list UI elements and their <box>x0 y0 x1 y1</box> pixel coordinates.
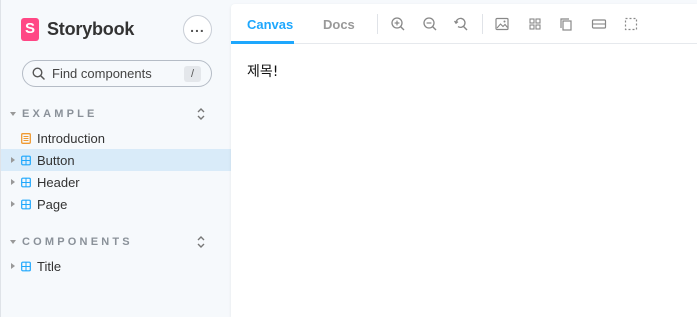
brand-name: Storybook <box>47 18 135 39</box>
tree-item-button[interactable]: Button <box>1 149 232 171</box>
group-header-components[interactable]: COMPONENTS <box>1 233 232 251</box>
canvas-content: 제목! <box>247 64 279 80</box>
tree-item-page[interactable]: Page <box>1 193 232 215</box>
outline-icon[interactable] <box>623 16 639 32</box>
zoom-out-icon[interactable] <box>422 16 438 32</box>
caret-right-icon <box>11 157 15 163</box>
more-horizontal-icon: ... <box>190 18 205 35</box>
group-label: EXAMPLE <box>22 108 98 120</box>
tree-item-label: Button <box>37 152 75 168</box>
sidebar: Storybook ... / EXAMPLE Introduction <box>0 0 232 317</box>
preview-panel: Canvas Docs 제목! <box>231 4 697 317</box>
tree-item-title[interactable]: Title <box>1 255 232 277</box>
component-icon <box>21 199 31 209</box>
document-icon <box>21 132 31 144</box>
search-icon <box>32 67 45 80</box>
tab-canvas[interactable]: Canvas <box>247 4 293 44</box>
tree-item-label: Page <box>37 196 68 212</box>
tree-item-introduction[interactable]: Introduction <box>1 127 232 149</box>
expand-collapse-icon[interactable] <box>196 235 206 249</box>
tree-item-header[interactable]: Header <box>1 171 232 193</box>
tab-label: Docs <box>323 16 355 32</box>
search-box[interactable]: / <box>22 60 212 87</box>
group-label: COMPONENTS <box>22 236 133 248</box>
caret-right-icon <box>11 263 15 269</box>
viewport-icon[interactable] <box>558 16 574 32</box>
toolbar-divider <box>482 14 483 34</box>
toolbar-divider <box>377 14 378 34</box>
measure-icon[interactable] <box>591 16 607 32</box>
component-icon <box>21 177 31 187</box>
component-icon <box>21 261 31 271</box>
tree-item-label: Title <box>37 258 62 274</box>
tree-item-label: Header <box>37 174 80 190</box>
tree-item-label: Introduction <box>37 130 105 146</box>
caret-right-icon <box>11 201 15 207</box>
brand[interactable]: Storybook <box>21 17 134 41</box>
caret-down-icon <box>10 240 16 244</box>
more-options-button[interactable]: ... <box>183 15 212 44</box>
caret-right-icon <box>11 179 15 185</box>
background-icon[interactable] <box>494 16 510 32</box>
active-tab-indicator <box>231 41 294 44</box>
search-input[interactable] <box>52 66 172 81</box>
storybook-logo-icon <box>21 17 39 41</box>
group-header-example[interactable]: EXAMPLE <box>1 105 232 123</box>
zoom-in-icon[interactable] <box>390 16 406 32</box>
tab-docs[interactable]: Docs <box>323 4 355 44</box>
component-icon <box>21 155 31 165</box>
caret-down-icon <box>10 112 16 116</box>
tab-label: Canvas <box>247 16 294 32</box>
toolbar: Canvas Docs <box>231 4 697 44</box>
search-shortcut-key: / <box>184 66 201 82</box>
grid-icon[interactable] <box>527 16 543 32</box>
expand-collapse-icon[interactable] <box>196 107 206 121</box>
zoom-reset-icon[interactable] <box>453 16 469 32</box>
